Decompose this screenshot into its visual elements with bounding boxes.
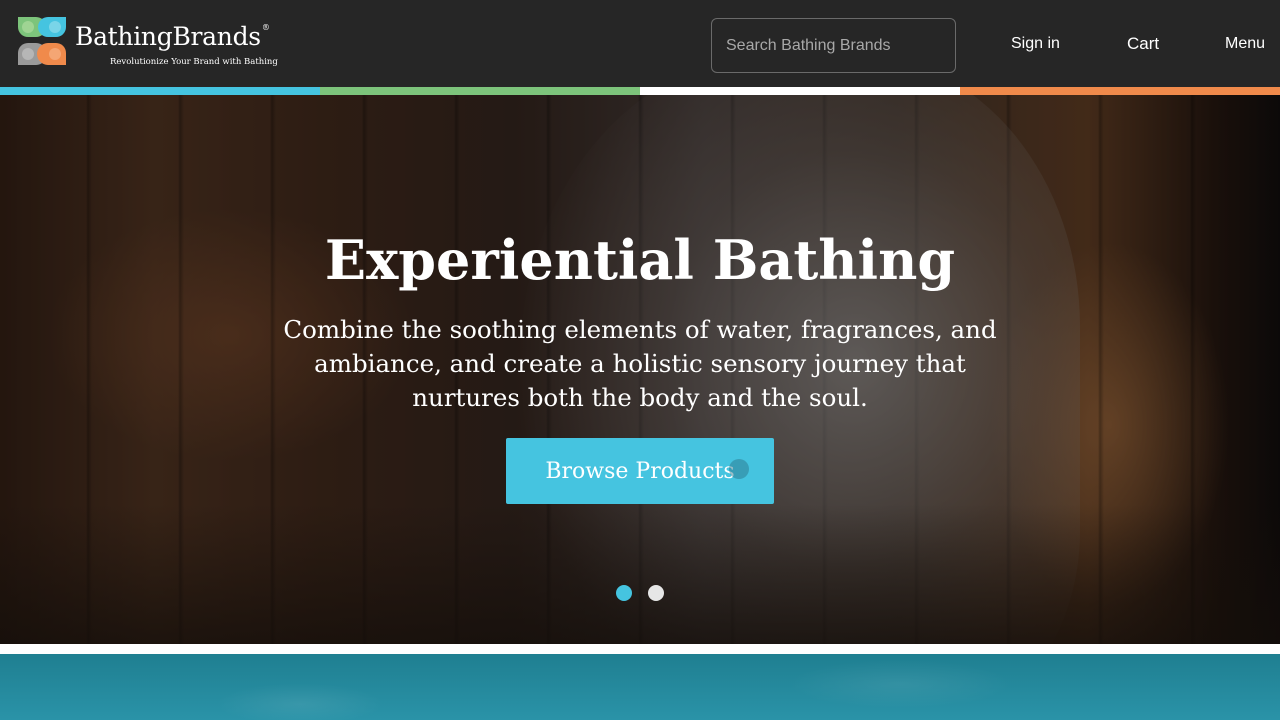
hero-title: Experiential Bathing: [324, 228, 956, 292]
logo-brand-part1: Bathing: [75, 22, 173, 51]
logo-tagline: Revolutionize Your Brand with Bathing: [110, 57, 278, 67]
stripe-orange: [960, 87, 1280, 95]
bathing-brands-logo[interactable]: BathingBrands® Revolutionize Your Brand …: [16, 15, 278, 71]
water-section-banner: [0, 654, 1280, 720]
hero-description: Combine the soothing elements of water, …: [283, 315, 997, 412]
sign-in-link[interactable]: Sign in: [1011, 34, 1060, 54]
browse-products-button[interactable]: Browse Products: [506, 438, 774, 504]
browse-products-label: Browse Products: [545, 458, 735, 484]
logo-brand-part2: Brands: [172, 22, 261, 51]
logo-registered-mark: ®: [261, 23, 270, 32]
search-input[interactable]: [726, 36, 941, 55]
hero-floor-shadow: [0, 504, 1280, 644]
search-box[interactable]: [711, 18, 956, 73]
stripe-blue: [0, 87, 320, 95]
section-divider: [0, 644, 1280, 654]
logo-leaf-icon: [18, 17, 66, 65]
carousel-pagination: [616, 585, 666, 603]
stripe-green: [320, 87, 640, 95]
menu-button[interactable]: Menu: [1225, 34, 1265, 54]
carousel-dot-2[interactable]: [648, 585, 664, 601]
carousel-dot-1[interactable]: [616, 585, 632, 601]
stripe-white: [640, 87, 960, 95]
click-ripple-indicator: [729, 459, 749, 479]
hero-carousel: Experiential Bathing Combine the soothin…: [0, 95, 1280, 644]
cart-link[interactable]: Cart: [1127, 34, 1159, 54]
site-header: BathingBrands® Revolutionize Your Brand …: [0, 0, 1280, 87]
brand-color-stripe: [0, 87, 1280, 95]
logo-wordmark: BathingBrands®: [75, 22, 270, 51]
